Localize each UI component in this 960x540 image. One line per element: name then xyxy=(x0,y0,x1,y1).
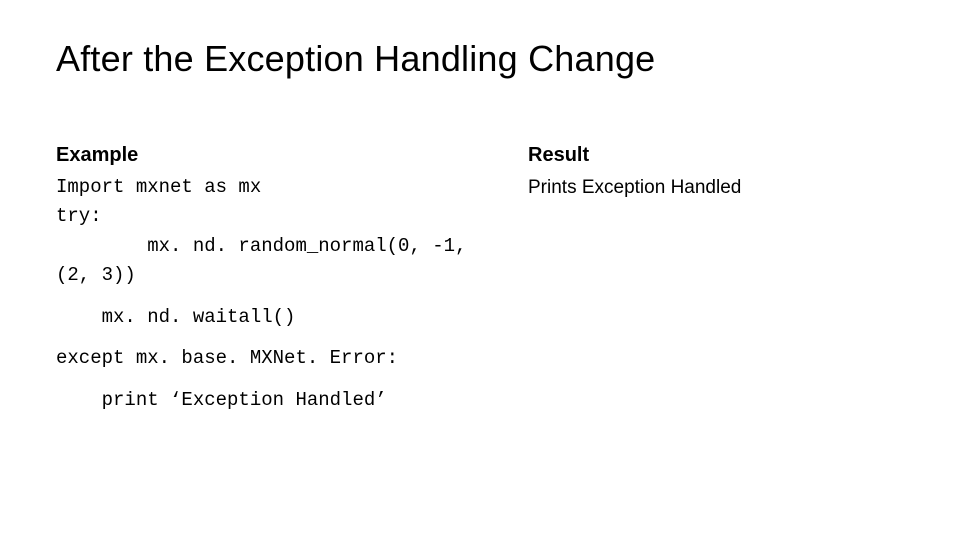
example-column: Example Import mxnet as mx try: mx. nd. … xyxy=(56,144,496,415)
result-text: Prints Exception Handled xyxy=(528,173,904,202)
slide-title: After the Exception Handling Change xyxy=(56,38,904,80)
code-line: try: xyxy=(56,202,496,231)
code-line: mx. nd. waitall() xyxy=(56,303,496,332)
slide: After the Exception Handling Change Exam… xyxy=(0,0,960,540)
result-heading: Result xyxy=(528,144,904,167)
example-heading: Example xyxy=(56,144,496,167)
result-column: Result Prints Exception Handled xyxy=(520,144,904,415)
code-line: print ‘Exception Handled’ xyxy=(56,386,496,415)
code-line: mx. nd. random_normal(0, -1, (2, 3)) xyxy=(56,232,496,291)
columns: Example Import mxnet as mx try: mx. nd. … xyxy=(56,144,904,415)
code-line: Import mxnet as mx xyxy=(56,173,496,202)
code-line: except mx. base. MXNet. Error: xyxy=(56,344,496,373)
